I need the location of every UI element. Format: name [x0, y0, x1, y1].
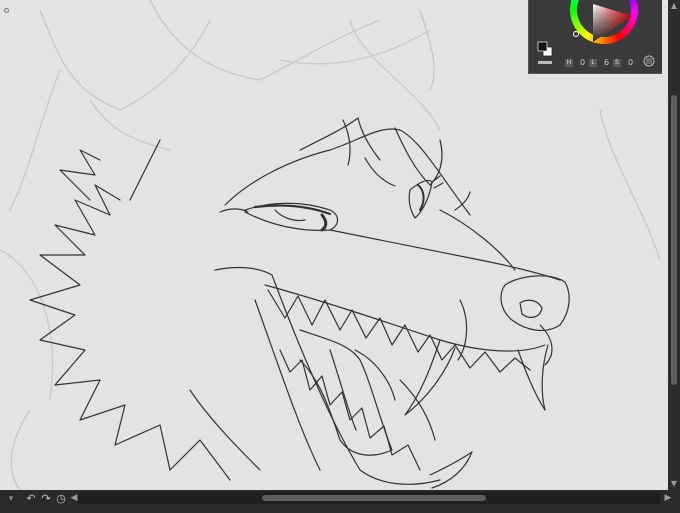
- redo-icon[interactable]: ↷: [39, 492, 53, 506]
- saturation-value: 0: [628, 58, 634, 67]
- ink-layer: [29, 117, 570, 489]
- color-wheel-panel[interactable]: H 0 L 6 S 0: [528, 0, 662, 74]
- grip-icon: ▾: [8, 494, 14, 504]
- lightness-value: 6: [604, 58, 610, 67]
- drawing-canvas[interactable]: H 0 L 6 S 0: [0, 0, 668, 490]
- hue-value: 0: [580, 58, 586, 67]
- hue-key: H: [565, 59, 573, 67]
- undo-icon[interactable]: ↶: [24, 492, 38, 506]
- lightness-key: L: [589, 59, 597, 67]
- horizontal-scrollbar[interactable]: ◀ ▶: [71, 492, 671, 504]
- vertical-scrollbar[interactable]: ▲ ▼: [668, 0, 680, 490]
- transparent-swatch[interactable]: [538, 61, 552, 64]
- horizontal-scroll-thumb[interactable]: [262, 495, 486, 501]
- color-picker-cursor[interactable]: [573, 31, 579, 37]
- chevron-left-icon[interactable]: ◀: [68, 492, 80, 504]
- saturation-key: S: [613, 59, 621, 67]
- main-color-swatch[interactable]: [537, 41, 548, 52]
- bottom-toolbar: ▾ ↶ ↷ ◷ ◀ ▶: [0, 490, 680, 513]
- chevron-right-icon[interactable]: ▶: [662, 492, 674, 504]
- chevron-down-icon[interactable]: ▼: [668, 478, 680, 490]
- history-icon[interactable]: ◷: [54, 492, 68, 506]
- chevron-up-icon[interactable]: ▲: [668, 0, 680, 12]
- vertical-scroll-thumb[interactable]: [671, 95, 677, 385]
